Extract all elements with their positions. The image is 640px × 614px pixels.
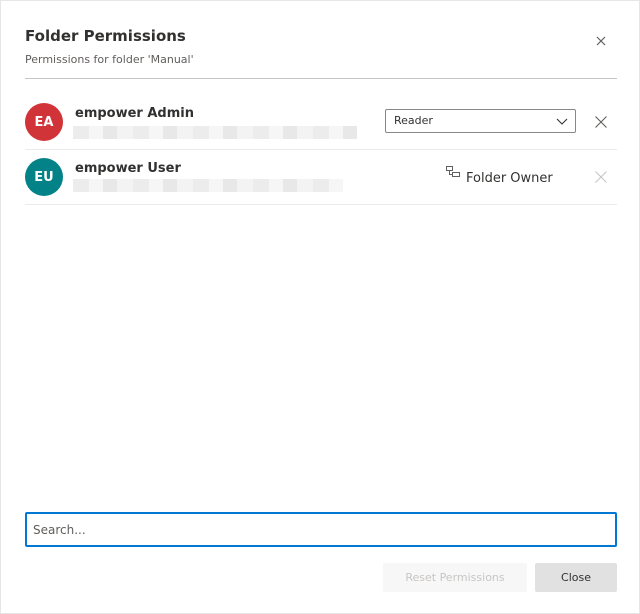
dialog-subtitle: Permissions for folder 'Manual' xyxy=(25,53,194,66)
user-name: empower Admin xyxy=(75,106,194,121)
remove-user-icon xyxy=(595,171,607,183)
search-input[interactable] xyxy=(25,512,617,547)
user-email-redacted xyxy=(73,126,357,139)
hierarchy-icon xyxy=(446,166,460,177)
avatar: EU xyxy=(25,158,63,196)
user-email-redacted xyxy=(73,179,343,192)
avatar: EA xyxy=(25,103,63,141)
user-name: empower User xyxy=(75,161,181,176)
reset-permissions-button[interactable]: Reset Permissions xyxy=(383,563,527,592)
role-dropdown-value: Reader xyxy=(394,114,433,127)
close-icon[interactable] xyxy=(592,32,610,50)
chevron-down-icon xyxy=(556,118,568,125)
role-label: Folder Owner xyxy=(466,171,553,186)
dialog-title: Folder Permissions xyxy=(25,27,186,45)
folder-permissions-dialog: Folder Permissions Permissions for folde… xyxy=(0,0,640,614)
header-divider xyxy=(25,78,617,79)
remove-user-icon[interactable] xyxy=(594,115,608,129)
role-dropdown[interactable]: Reader xyxy=(385,109,576,133)
close-button[interactable]: Close xyxy=(535,563,617,592)
permission-row: EU empower User Folder Owner xyxy=(25,150,617,205)
permission-row: EA empower Admin Reader xyxy=(25,95,617,150)
